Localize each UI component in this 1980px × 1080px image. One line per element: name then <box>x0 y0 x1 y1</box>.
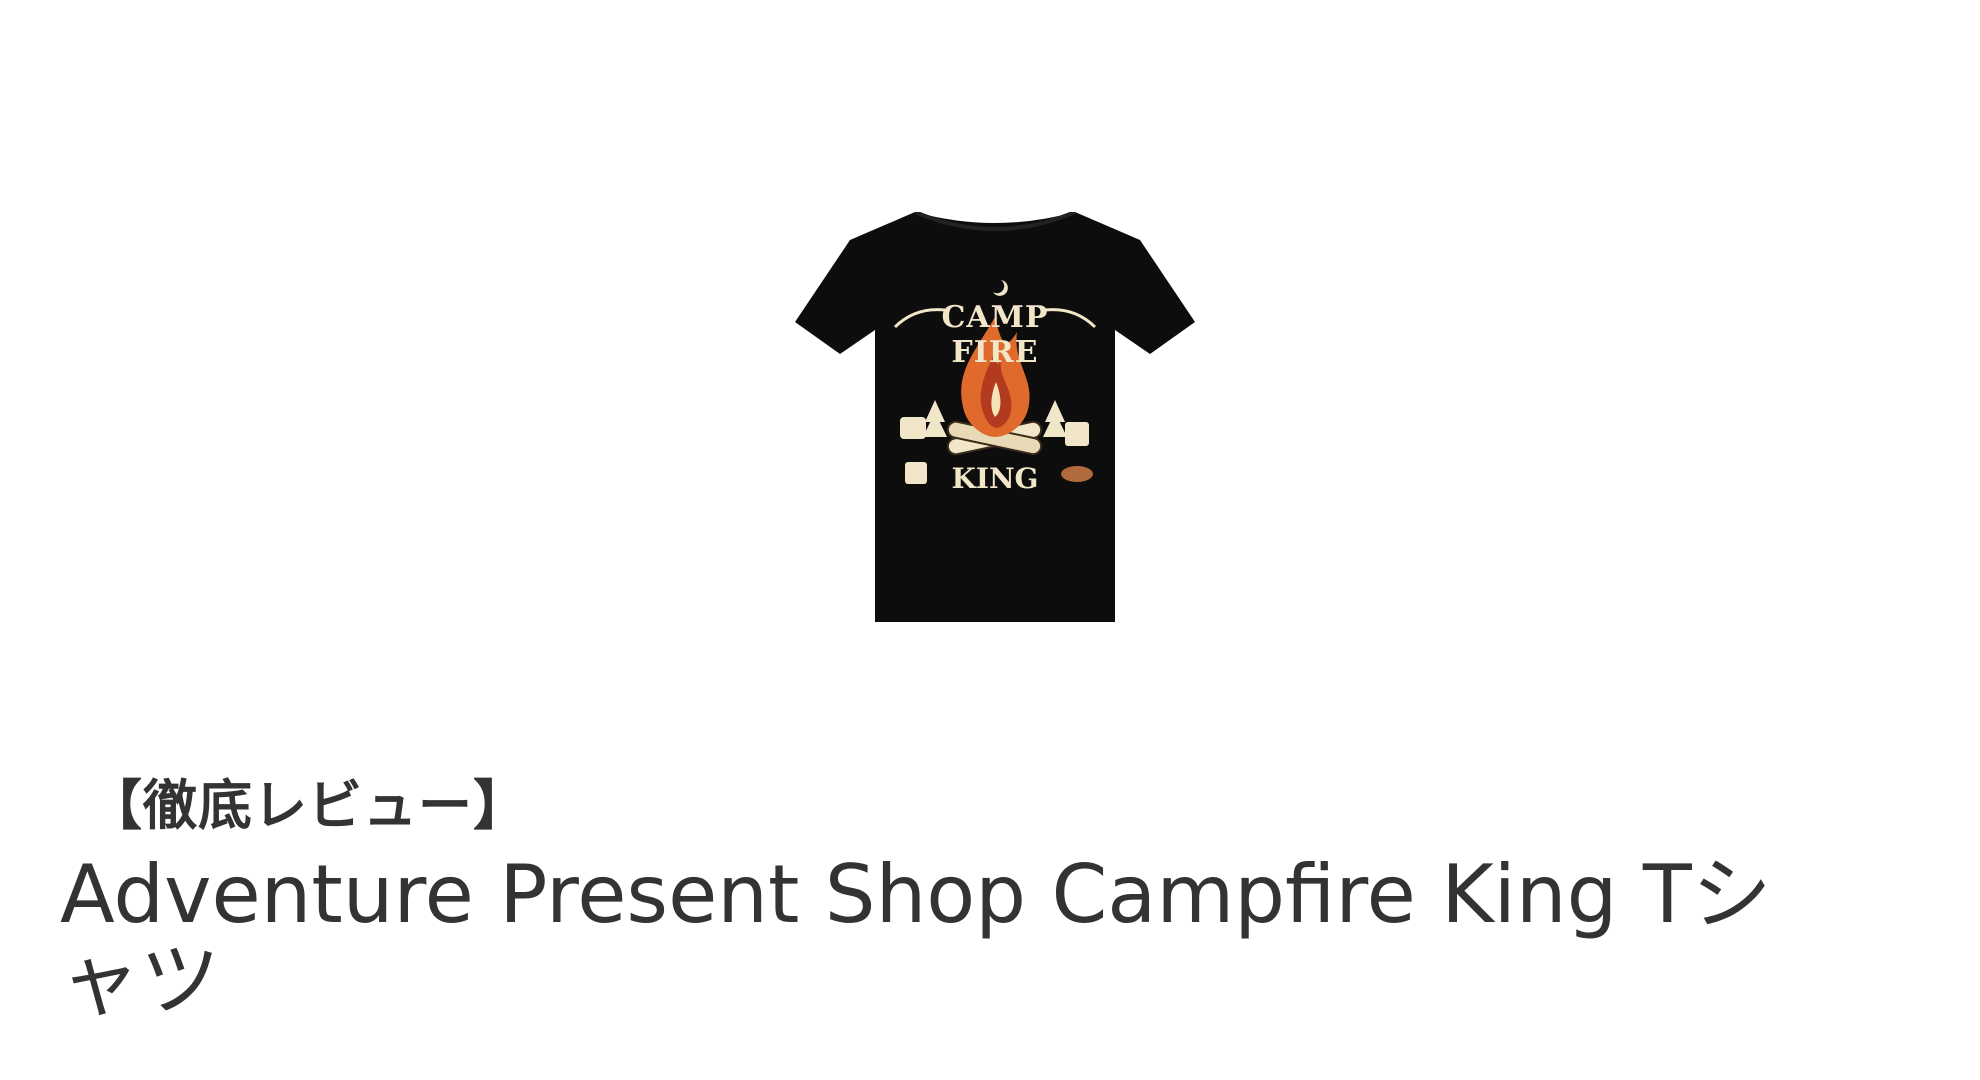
article-subtitle: 【徹底レビュー】 <box>88 774 528 837</box>
product-image: CAMP FIRE KING <box>795 212 1195 622</box>
article-header: 【徹底レビュー】 Adventure Present Shop Campfire… <box>60 770 1920 1024</box>
shirt-print-bottom: KING <box>951 462 1039 495</box>
shirt-print-top: CAMP FIRE <box>941 300 1049 370</box>
article-title: Adventure Present Shop Campfire King Tシャ… <box>60 848 1772 1027</box>
